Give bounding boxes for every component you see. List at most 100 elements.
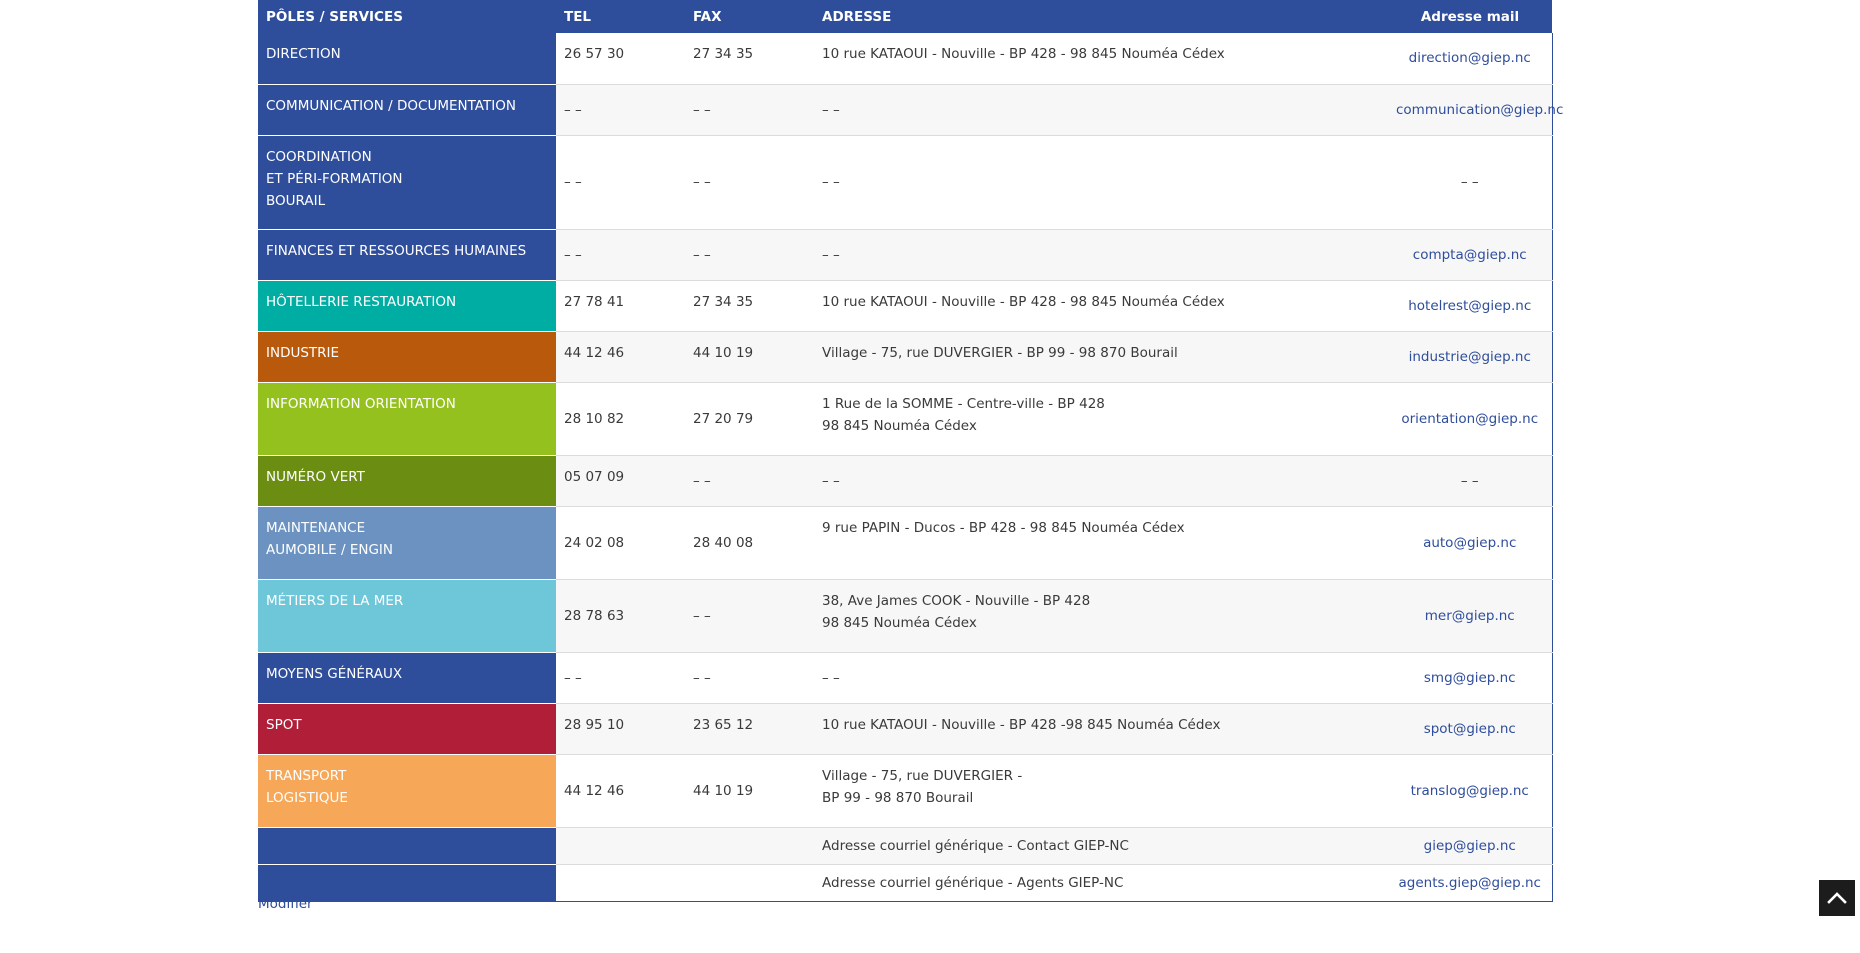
- table-row: Adresse courriel générique - Agents GIEP…: [258, 864, 1553, 902]
- fax-cell: 28 40 08: [685, 506, 814, 580]
- header-tel: TEL: [556, 0, 685, 33]
- adresse-line: Village - 75, rue DUVERGIER - BP 99 - 98…: [822, 344, 1178, 361]
- scroll-to-top-button[interactable]: [1819, 880, 1855, 916]
- fax-cell: 44 10 19: [685, 754, 814, 828]
- tel-cell: 28 10 82: [556, 382, 685, 456]
- adresse-line: 10 rue KATAOUI - Nouville - BP 428 - 98 …: [822, 293, 1225, 310]
- header-adresse: ADRESSE: [814, 0, 1388, 33]
- table-row: COORDINATION ET PÉRI-FORMATION BOURAIL – – –…: [258, 135, 1553, 230]
- mail-link[interactable]: compta@giep.nc: [1413, 247, 1527, 263]
- mail-cell: direction@giep.nc: [1388, 33, 1553, 85]
- adresse-line: – –: [822, 101, 840, 118]
- fax-cell: – –: [685, 652, 814, 704]
- mail-link[interactable]: communication@giep.nc: [1396, 102, 1563, 118]
- adresse-cell: 9 rue PAPIN - Ducos - BP 428 - 98 845 No…: [814, 506, 1388, 580]
- tel-cell: 28 78 63: [556, 579, 685, 653]
- table-row: DIRECTION 26 57 30 27 34 35 10 rue KATAOUI …: [258, 33, 1553, 85]
- fax-cell: 27 34 35: [685, 33, 814, 85]
- pole-cell: SPOT: [258, 703, 556, 755]
- mail-cell: compta@giep.nc: [1388, 229, 1553, 281]
- adresse-cell: Adresse courriel générique - Contact GIE…: [814, 827, 1388, 865]
- fax-cell: – –: [685, 229, 814, 281]
- pole-name: SPOT: [266, 716, 302, 733]
- fax-cell: [685, 864, 814, 902]
- tel-cell: 44 12 46: [556, 754, 685, 828]
- header-fax: FAX: [685, 0, 814, 33]
- pole-cell: TRANSPORT LOGISTIQUE: [258, 754, 556, 828]
- mail-link[interactable]: smg@giep.nc: [1424, 670, 1516, 686]
- adresse-line: Village - 75, rue DUVERGIER -: [822, 767, 1023, 784]
- modifier-link[interactable]: Modifier: [258, 896, 313, 912]
- pole-name: MAINTENANCE: [266, 519, 366, 536]
- pole-name: AUMOBILE / ENGIN: [266, 541, 393, 558]
- tel-cell: – –: [556, 229, 685, 281]
- adresse-line: 10 rue KATAOUI - Nouville - BP 428 - 98 …: [822, 46, 1225, 62]
- tel-cell: [556, 864, 685, 902]
- mail-link[interactable]: translog@giep.nc: [1411, 783, 1529, 799]
- mail-cell: spot@giep.nc: [1388, 703, 1553, 755]
- mail-link[interactable]: mer@giep.nc: [1425, 608, 1515, 624]
- adresse-cell: 1 Rue de la SOMME - Centre-ville - BP 42…: [814, 382, 1388, 456]
- adresse-cell: 38, Ave James COOK - Nouville - BP 428 98…: [814, 579, 1388, 653]
- adresse-line: Adresse courriel générique - Agents GIEP…: [822, 874, 1124, 891]
- mail-cell: mer@giep.nc: [1388, 579, 1553, 653]
- fax-cell: [685, 827, 814, 865]
- pole-cell: DIRECTION: [258, 33, 556, 85]
- fax-cell: 44 10 19: [685, 331, 814, 383]
- header-row: PÔLES / SERVICES TEL FAX ADRESSE Adresse…: [258, 0, 1552, 33]
- pole-name: ET PÉRI-FORMATION: [266, 170, 403, 187]
- adresse-cell: 10 rue KATAOUI - Nouville - BP 428 - 98 …: [814, 280, 1388, 332]
- adresse-cell: – –: [814, 455, 1388, 507]
- pole-name: NUMÉRO VERT: [266, 468, 365, 485]
- mail-link[interactable]: direction@giep.nc: [1409, 50, 1531, 66]
- adresse-line: – –: [822, 174, 840, 190]
- table-header: PÔLES / SERVICES TEL FAX ADRESSE Adresse…: [258, 0, 1552, 33]
- mail-link[interactable]: spot@giep.nc: [1424, 721, 1516, 737]
- mail-link[interactable]: agents.giep@giep.nc: [1399, 875, 1541, 891]
- adresse-cell: – –: [814, 652, 1388, 704]
- tel-cell: – –: [556, 135, 685, 230]
- adresse-cell: Adresse courriel générique - Agents GIEP…: [814, 864, 1388, 902]
- tel-cell: 27 78 41: [556, 280, 685, 332]
- pole-cell: INFORMATION ORIENTATION: [258, 382, 556, 456]
- tel-cell: 24 02 08: [556, 506, 685, 580]
- pole-name: INDUSTRIE: [266, 344, 340, 361]
- tel-cell: 05 07 09: [556, 455, 685, 507]
- pole-name: MOYENS GÉNÉRAUX: [266, 665, 403, 682]
- adresse-cell: – –: [814, 135, 1388, 230]
- mail-link[interactable]: orientation@giep.nc: [1401, 411, 1538, 427]
- fax-cell: – –: [685, 84, 814, 136]
- adresse-cell: Village - 75, rue DUVERGIER - BP 99 - 98…: [814, 331, 1388, 383]
- tel-cell: [556, 827, 685, 865]
- tel-cell: 26 57 30: [556, 33, 685, 85]
- chevron-up-icon: [1827, 892, 1847, 904]
- adresse-line: 98 845 Nouméa Cédex: [822, 417, 977, 434]
- mail-link[interactable]: industrie@giep.nc: [1409, 349, 1531, 365]
- table-row: TRANSPORT LOGISTIQUE 44 12 46 44 10 19 Villa…: [258, 754, 1553, 828]
- poles-services-table-wrapper: PÔLES / SERVICES TEL FAX ADRESSE Adresse…: [258, 0, 1563, 902]
- mail-link[interactable]: auto@giep.nc: [1423, 535, 1516, 551]
- table-row: HÔTELLERIE RESTAURATION 27 78 41 27 34 35 1…: [258, 280, 1553, 332]
- fax-cell: 27 20 79: [685, 382, 814, 456]
- mail-cell: communication@giep.nc: [1388, 84, 1563, 136]
- pole-name: MÉTIERS DE LA MER: [266, 592, 404, 609]
- pole-name: FINANCES ET RESSOURCES HUMAINES: [266, 242, 527, 259]
- adresse-cell: – –: [814, 229, 1388, 281]
- adresse-line: – –: [822, 246, 840, 263]
- mail-link[interactable]: giep@giep.nc: [1424, 838, 1516, 854]
- mail-link[interactable]: hotelrest@giep.nc: [1408, 298, 1531, 314]
- mail-cell: smg@giep.nc: [1388, 652, 1553, 704]
- adresse-line: 10 rue KATAOUI - Nouville - BP 428 -98 8…: [822, 716, 1221, 733]
- adresse-cell: – –: [814, 84, 1388, 136]
- table-row: INDUSTRIE 44 12 46 44 10 19 Village - 75, r…: [258, 331, 1553, 383]
- pole-cell: NUMÉRO VERT: [258, 455, 556, 507]
- table-row: MAINTENANCE AUMOBILE / ENGIN 24 02 08 28 40…: [258, 506, 1553, 580]
- table-row: INFORMATION ORIENTATION 28 10 82 27 20 79 1…: [258, 382, 1553, 456]
- adresse-line: BP 99 - 98 870 Bourail: [822, 789, 974, 806]
- fax-cell: 23 65 12: [685, 703, 814, 755]
- fax-cell: – –: [685, 135, 814, 230]
- tel-cell: – –: [556, 652, 685, 704]
- tel-cell: 28 95 10: [556, 703, 685, 755]
- table-row: NUMÉRO VERT 05 07 09– – – – – –: [258, 455, 1553, 507]
- pole-name: DIRECTION: [266, 46, 341, 62]
